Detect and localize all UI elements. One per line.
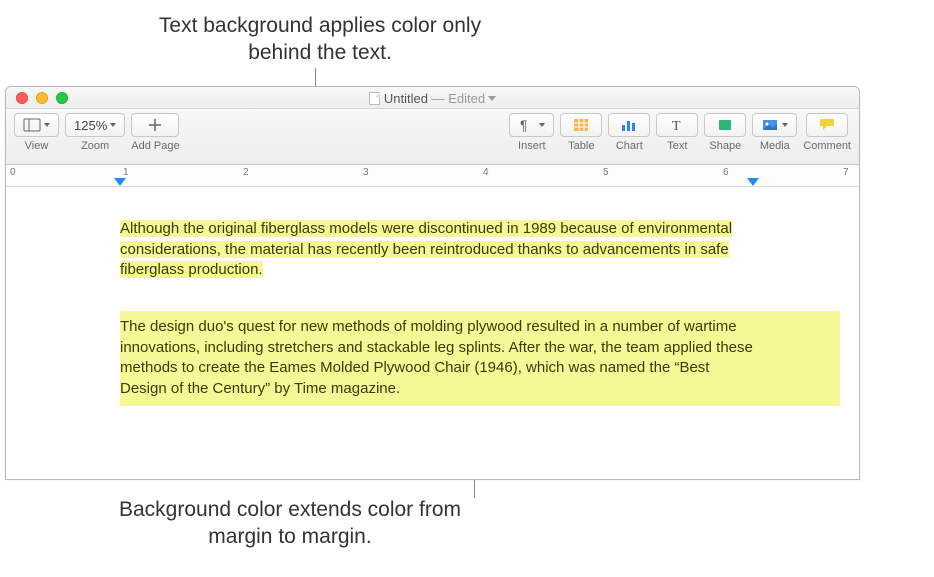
svg-text:¶: ¶ bbox=[520, 117, 528, 133]
chevron-down-icon bbox=[782, 123, 788, 127]
comment-button[interactable] bbox=[806, 113, 848, 137]
ruler-mark-3: 3 bbox=[363, 167, 369, 178]
ruler-mark-7: 7 bbox=[843, 167, 849, 178]
table-button[interactable] bbox=[560, 113, 602, 137]
table-label: Table bbox=[568, 140, 594, 152]
chevron-down-icon bbox=[539, 123, 545, 127]
paragraph-1-text: Although the original fiberglass models … bbox=[120, 220, 732, 278]
chevron-down-icon bbox=[44, 123, 50, 127]
media-icon bbox=[761, 116, 779, 134]
ruler-mark-0: 0 bbox=[10, 167, 16, 178]
shape-icon bbox=[716, 116, 734, 134]
right-indent-marker[interactable] bbox=[747, 178, 759, 186]
media-button[interactable] bbox=[752, 113, 797, 137]
view-button[interactable] bbox=[14, 113, 59, 137]
ruler-mark-6: 6 bbox=[723, 167, 729, 178]
close-button[interactable] bbox=[16, 92, 28, 104]
shape-label: Shape bbox=[709, 140, 741, 152]
ruler-mark-4: 4 bbox=[483, 167, 489, 178]
ruler[interactable]: 0 1 2 3 4 5 6 7 bbox=[6, 165, 859, 187]
chart-icon bbox=[620, 116, 638, 134]
titlebar: Untitled — Edited bbox=[6, 87, 859, 109]
add-page-label: Add Page bbox=[131, 140, 179, 152]
callout-paragraph-background: Background color extends color from marg… bbox=[100, 496, 480, 551]
document-name: Untitled bbox=[384, 91, 428, 106]
shape-button[interactable] bbox=[704, 113, 746, 137]
plus-icon bbox=[146, 116, 164, 134]
paragraph-text-background[interactable]: Although the original fiberglass models … bbox=[120, 219, 753, 281]
paragraph-2-text: The design duo's quest for new methods o… bbox=[120, 318, 753, 397]
zoom-button[interactable]: 125% bbox=[65, 113, 125, 137]
ruler-mark-1: 1 bbox=[123, 167, 129, 178]
zoom-value: 125% bbox=[74, 118, 107, 133]
text-label: Text bbox=[667, 140, 687, 152]
media-label: Media bbox=[760, 140, 790, 152]
document-body[interactable]: Although the original fiberglass models … bbox=[6, 187, 859, 406]
chart-button[interactable] bbox=[608, 113, 650, 137]
insert-label: Insert bbox=[518, 140, 546, 152]
comment-icon bbox=[818, 116, 836, 134]
ruler-mark-2: 2 bbox=[243, 167, 249, 178]
text-icon: T bbox=[668, 116, 686, 134]
zoom-label: Zoom bbox=[81, 140, 109, 152]
svg-text:T: T bbox=[672, 119, 681, 134]
window-title[interactable]: Untitled — Edited bbox=[6, 90, 859, 106]
callout-text-background: Text background applies color only behin… bbox=[130, 12, 510, 67]
paragraph-block-background[interactable]: The design duo's quest for new methods o… bbox=[120, 311, 840, 406]
sidebar-icon bbox=[23, 116, 41, 134]
chart-label: Chart bbox=[616, 140, 643, 152]
document-edited-label: — Edited bbox=[428, 91, 485, 106]
text-button[interactable]: T bbox=[656, 113, 698, 137]
toolbar: View 125% Zoom Add Page ¶ Insert bbox=[6, 109, 859, 165]
minimize-button[interactable] bbox=[36, 92, 48, 104]
chevron-down-icon bbox=[488, 96, 496, 101]
app-window: Untitled — Edited View 125% Zoom Add Pag… bbox=[5, 86, 860, 480]
left-indent-marker[interactable] bbox=[114, 178, 126, 186]
insert-button[interactable]: ¶ bbox=[509, 113, 554, 137]
document-icon bbox=[369, 92, 380, 105]
ruler-mark-5: 5 bbox=[603, 167, 609, 178]
chevron-down-icon bbox=[110, 123, 116, 127]
view-label: View bbox=[25, 140, 49, 152]
comment-label: Comment bbox=[803, 140, 851, 152]
add-page-button[interactable] bbox=[131, 113, 179, 137]
pilcrow-icon: ¶ bbox=[518, 116, 536, 134]
table-icon bbox=[572, 116, 590, 134]
maximize-button[interactable] bbox=[56, 92, 68, 104]
